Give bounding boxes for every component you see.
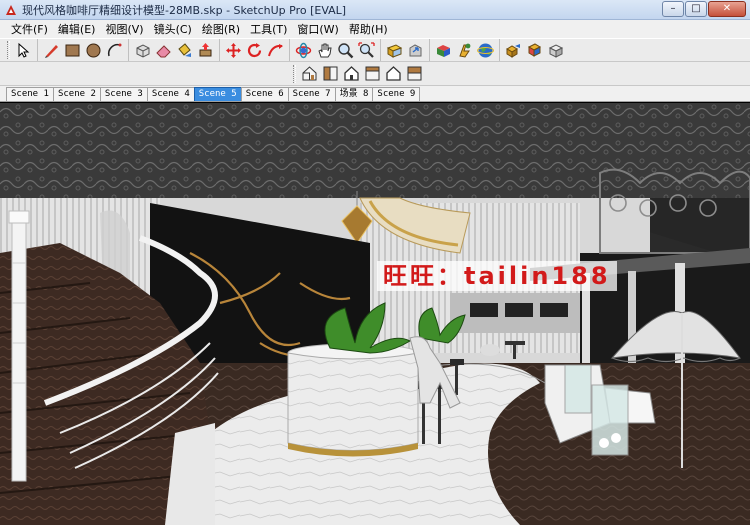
toolbar-group-principal	[4, 39, 38, 61]
push-pull-icon[interactable]	[195, 40, 216, 61]
tab-scene-7[interactable]: Scene 7	[287, 87, 336, 101]
follow-me-icon[interactable]	[265, 40, 286, 61]
pan-icon[interactable]	[314, 40, 335, 61]
extension-warehouse-icon[interactable]	[454, 40, 475, 61]
menu-camera[interactable]: 镜头(C)	[149, 21, 197, 37]
3d-warehouse-icon[interactable]	[433, 40, 454, 61]
move-icon[interactable]	[223, 40, 244, 61]
watermark-text: 旺旺：tailin188	[377, 261, 617, 291]
circle-icon[interactable]	[83, 40, 104, 61]
left-view-icon[interactable]	[404, 63, 425, 84]
newel-post	[11, 220, 27, 482]
right-view-icon[interactable]	[362, 63, 383, 84]
toolbar-group-views	[290, 63, 428, 85]
toolbar-group-modify	[220, 39, 290, 61]
rotate-icon[interactable]	[244, 40, 265, 61]
get-models-icon[interactable]	[384, 40, 405, 61]
menu-edit[interactable]: 编辑(E)	[53, 21, 101, 37]
tab-scene-5[interactable]: Scene 5	[193, 87, 242, 101]
minimize-button[interactable]: –	[662, 1, 684, 17]
iso-view-icon[interactable]	[299, 63, 320, 84]
sketchup-app-icon[interactable]	[4, 3, 18, 17]
glass-display-case	[564, 364, 592, 414]
orbit-icon[interactable]	[293, 40, 314, 61]
toolbar-grip[interactable]	[7, 41, 10, 59]
toolbar-group-warehouse	[381, 39, 430, 61]
make-component-icon[interactable]	[132, 40, 153, 61]
menu-file[interactable]: 文件(F)	[6, 21, 53, 37]
shelf-window	[505, 303, 533, 317]
toolbar-group-panels	[500, 39, 569, 61]
tab-scene-6[interactable]: Scene 6	[240, 87, 289, 101]
front-view-icon[interactable]	[341, 63, 362, 84]
cafe-table	[505, 341, 525, 345]
main-toolbar	[0, 38, 750, 62]
model-viewport[interactable]: 旺旺：tailin188	[0, 103, 750, 525]
google-earth-icon[interactable]	[475, 40, 496, 61]
eraser-icon[interactable]	[153, 40, 174, 61]
tab-scene-3[interactable]: Scene 3	[99, 87, 148, 101]
toolbar-group-google	[430, 39, 500, 61]
zoom-extents-icon[interactable]	[356, 40, 377, 61]
back-view-icon[interactable]	[383, 63, 404, 84]
lounge-chair	[480, 344, 500, 356]
rectangle-icon[interactable]	[62, 40, 83, 61]
round-bar-counter	[287, 352, 419, 451]
shelf-window	[470, 303, 498, 317]
scene-tabs: Scene 1 Scene 2 Scene 3 Scene 4 Scene 5 …	[0, 86, 750, 102]
arc-icon[interactable]	[104, 40, 125, 61]
materials-icon[interactable]	[524, 40, 545, 61]
newel-post-cap	[8, 210, 30, 224]
close-button[interactable]: ✕	[708, 1, 746, 17]
bar-stool-leg	[438, 389, 441, 444]
paint-bucket-icon[interactable]	[174, 40, 195, 61]
pencil-line-icon[interactable]	[41, 40, 62, 61]
maximize-button[interactable]: □	[685, 1, 707, 17]
toolbar-group-camera	[290, 39, 381, 61]
bar-stool	[450, 359, 464, 365]
tab-scene-1[interactable]: Scene 1	[6, 87, 54, 101]
bar-stool-leg	[455, 365, 458, 395]
toolbar-group-edit	[129, 39, 220, 61]
cafe-table-leg	[513, 345, 516, 359]
styles-icon[interactable]	[545, 40, 566, 61]
tab-scene-2[interactable]: Scene 2	[52, 87, 101, 101]
menu-draw[interactable]: 绘图(R)	[197, 21, 245, 37]
share-model-icon[interactable]	[405, 40, 426, 61]
menu-bar: 文件(F) 编辑(E) 视图(V) 镜头(C) 绘图(R) 工具(T) 窗口(W…	[0, 20, 750, 38]
zoom-icon[interactable]	[335, 40, 356, 61]
menu-window[interactable]: 窗口(W)	[292, 21, 343, 37]
tab-scene-4[interactable]: Scene 4	[146, 87, 195, 101]
toolbar-group-draw	[38, 39, 129, 61]
components-icon[interactable]	[503, 40, 524, 61]
top-view-icon[interactable]	[320, 63, 341, 84]
glass-display-case	[591, 384, 629, 456]
display-stones	[611, 433, 621, 443]
toolbar-grip[interactable]	[293, 64, 296, 83]
tab-scene-8[interactable]: 场景 8	[334, 87, 374, 101]
display-stones	[599, 438, 609, 448]
select-arrow-icon[interactable]	[13, 40, 34, 61]
views-toolbar	[0, 62, 750, 86]
cafe-interior-render	[0, 103, 750, 525]
ceiling	[0, 103, 750, 198]
title-bar: 现代风格咖啡厅精细设计模型-28MB.skp - SketchUp Pro [E…	[0, 0, 750, 20]
window-title: 现代风格咖啡厅精细设计模型-28MB.skp - SketchUp Pro [E…	[22, 3, 347, 17]
menu-tools[interactable]: 工具(T)	[245, 21, 292, 37]
tab-scene-9[interactable]: Scene 9	[372, 87, 421, 101]
menu-view[interactable]: 视图(V)	[100, 21, 148, 37]
window-controls: – □ ✕	[662, 1, 746, 17]
shelf-window	[540, 303, 568, 317]
menu-help[interactable]: 帮助(H)	[344, 21, 393, 37]
